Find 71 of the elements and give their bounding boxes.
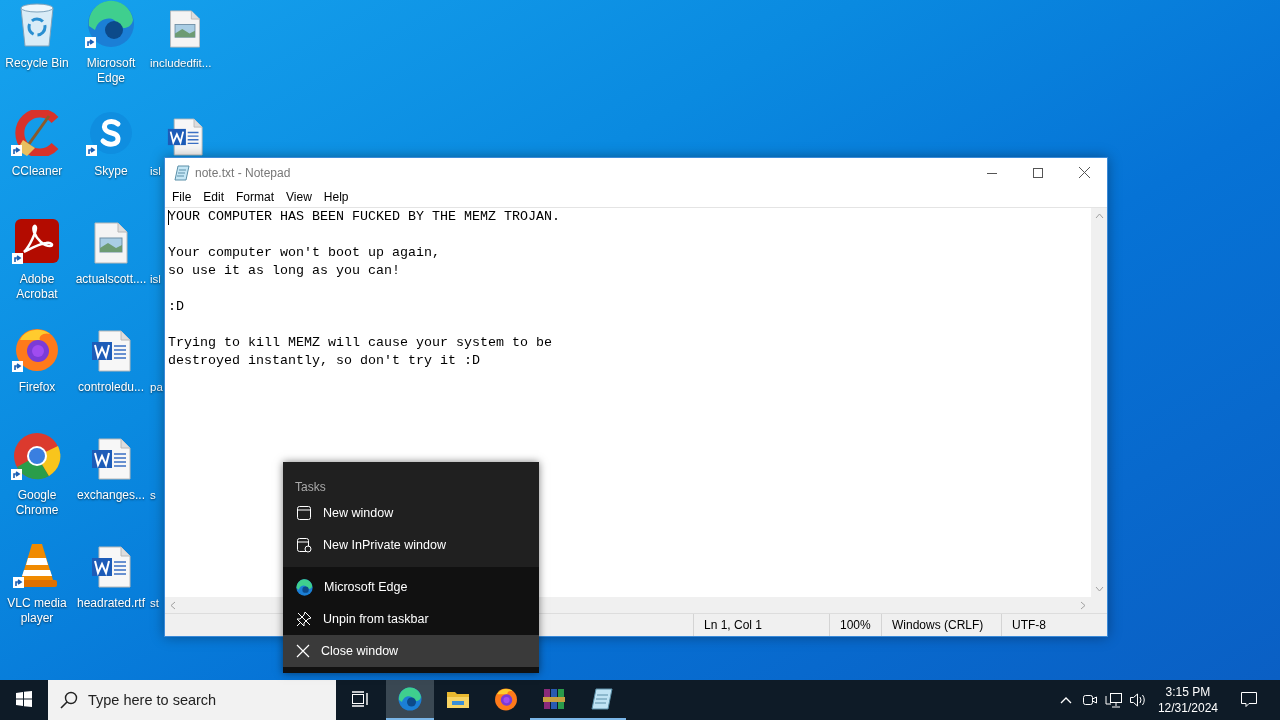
icon-label: controledu... bbox=[76, 379, 145, 396]
icon-label: st bbox=[149, 596, 160, 611]
editor-text[interactable]: YOUR COMPUTER HAS BEEN FUCKED BY THE MEMZ TROJAN. Your computer won't boot up again, so use it as long as you can! :D Trying to kill MEMZ will cause your system to be destroyed instantly, so don't try it :D bbox=[168, 208, 1088, 370]
close-icon bbox=[1078, 167, 1090, 178]
icon-label: Adobe Acrobat bbox=[15, 271, 59, 303]
chat-logo-icon[interactable] bbox=[88, 110, 134, 156]
folder-icon bbox=[446, 689, 470, 709]
notepad-icon bbox=[174, 164, 190, 181]
icon-label: Firefox bbox=[17, 379, 57, 396]
icon-label: CCleaner bbox=[10, 163, 64, 180]
unpin-icon bbox=[296, 611, 312, 627]
speech-bubble-icon bbox=[1240, 690, 1258, 708]
swirl-logo-icon bbox=[296, 578, 313, 596]
notepad-icon bbox=[590, 687, 614, 711]
document-icon[interactable] bbox=[91, 546, 131, 588]
menu-item[interactable]: Close window bbox=[283, 635, 539, 667]
document-icon[interactable] bbox=[91, 438, 131, 480]
search-field[interactable]: Type here to search bbox=[48, 680, 336, 720]
private-window-icon bbox=[296, 537, 312, 553]
status-field: UTF-8 bbox=[1001, 614, 1107, 636]
window-title: note.txt - Notepad bbox=[195, 165, 292, 180]
network-icon[interactable] bbox=[1104, 692, 1123, 708]
icon-label: Microsoft Edge bbox=[85, 55, 137, 87]
windows-logo-icon bbox=[16, 691, 32, 707]
menu-item[interactable]: Edit bbox=[197, 190, 231, 204]
swirl-logo-icon[interactable] bbox=[87, 0, 135, 48]
close-icon bbox=[296, 644, 310, 658]
maximize-icon bbox=[1033, 167, 1043, 178]
task-view-icon bbox=[351, 691, 369, 707]
books-icon bbox=[542, 687, 566, 711]
icon-label: headrated.rtf bbox=[75, 595, 146, 612]
image-file-icon[interactable] bbox=[94, 222, 128, 264]
menu-item[interactable]: View bbox=[280, 190, 318, 204]
status-field: Ln 1, Col 1 bbox=[693, 614, 829, 636]
globe-logo-icon bbox=[494, 687, 518, 711]
icon-label: Skype bbox=[93, 163, 129, 180]
icon-label: actualscott.... bbox=[74, 271, 148, 288]
menu-item[interactable]: File bbox=[166, 190, 198, 204]
section-heading: Tasks bbox=[294, 479, 327, 496]
menu-item[interactable]: Format bbox=[230, 190, 281, 204]
menu-item[interactable]: Unpin from taskbar bbox=[283, 603, 539, 635]
icon-label: Recycle Bin bbox=[4, 55, 70, 72]
broom-logo-icon[interactable] bbox=[13, 110, 61, 156]
icon-label: exchanges... bbox=[75, 487, 146, 504]
swirl-tile-icon[interactable] bbox=[14, 218, 60, 264]
icon-label: s bbox=[149, 488, 157, 503]
chevron-up-icon[interactable] bbox=[1059, 696, 1072, 704]
icon-label: isl bbox=[149, 164, 162, 179]
status-field: Windows (CRLF) bbox=[881, 614, 1001, 636]
volume-icon[interactable] bbox=[1128, 692, 1147, 708]
menu-item[interactable]: Help bbox=[317, 190, 355, 204]
document-icon[interactable] bbox=[167, 118, 203, 156]
globe-logo-icon[interactable] bbox=[14, 326, 60, 372]
window-icon bbox=[296, 505, 312, 521]
image-file-icon[interactable] bbox=[167, 10, 203, 48]
wheel-logo-icon[interactable] bbox=[13, 432, 61, 480]
menu-item[interactable]: Microsoft Edge bbox=[283, 571, 539, 603]
icon-label: isl bbox=[149, 272, 162, 287]
menu-item[interactable]: New window bbox=[283, 497, 539, 529]
icon-label: includedfit... bbox=[149, 56, 213, 71]
trash-bin-icon[interactable] bbox=[17, 2, 57, 48]
icon-label: VLC media player bbox=[6, 595, 68, 627]
camera-icon[interactable] bbox=[1081, 692, 1098, 708]
icon-label: Google Chrome bbox=[14, 487, 60, 519]
clock[interactable]: 3:15 PM 12/31/2024 bbox=[1149, 680, 1226, 720]
icon-label: pa bbox=[149, 380, 164, 395]
swirl-logo-icon bbox=[398, 687, 422, 711]
search-icon bbox=[60, 691, 78, 709]
document-icon[interactable] bbox=[91, 330, 131, 372]
status-field: 100% bbox=[829, 614, 881, 636]
menu-item[interactable]: New InPrivate window bbox=[283, 529, 539, 561]
